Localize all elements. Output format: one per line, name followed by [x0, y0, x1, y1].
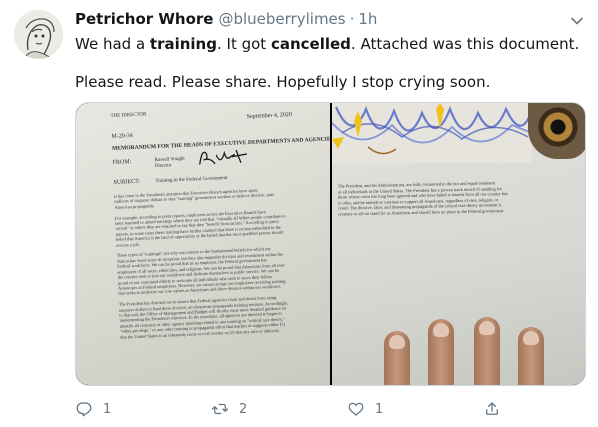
- crayon-drawing: [332, 103, 532, 163]
- tweet-text: We had a training. It got cancelled. Att…: [75, 34, 585, 92]
- memo-body: It has come to the President's attention…: [113, 187, 288, 340]
- finger: [474, 317, 500, 385]
- share-button[interactable]: [483, 398, 501, 420]
- like-button[interactable]: 1: [347, 398, 383, 420]
- tweet-paragraph-2: Please read. Please share. Hopefully I s…: [75, 73, 491, 91]
- memo-date: September 4, 2020: [246, 112, 293, 120]
- owl-figurine: [528, 103, 585, 159]
- document-photo[interactable]: THE DIRECTOR September 4, 2020 M-20-34 M…: [76, 103, 330, 385]
- memo-from-title: Director: [154, 163, 172, 170]
- tweet[interactable]: Petrichor Whore @blueberrylimes · 1h We …: [0, 0, 598, 427]
- signature: [199, 149, 248, 165]
- finger: [428, 319, 454, 385]
- like-count: 1: [375, 401, 384, 417]
- finger: [384, 331, 410, 385]
- separator: ·: [349, 10, 355, 28]
- memo-subject: Training in the Federal Government: [155, 175, 228, 185]
- media-grid: THE DIRECTOR September 4, 2020 M-20-34 M…: [75, 102, 586, 386]
- author-handle[interactable]: @blueberrylimes: [218, 10, 345, 28]
- timestamp[interactable]: 1h: [358, 10, 377, 28]
- like-icon: [348, 402, 364, 416]
- retweet-icon: [211, 403, 229, 415]
- memo-subject-label: SUBJECT:: [113, 178, 141, 186]
- memo-from-label: FROM:: [112, 159, 132, 166]
- tweet-paragraph-1: We had a training. It got cancelled. Att…: [75, 35, 580, 53]
- document-photo-2[interactable]: The President, and his Administration, a…: [332, 103, 585, 385]
- avatar[interactable]: [14, 10, 63, 59]
- reply-count: 1: [103, 401, 112, 417]
- finger: [518, 327, 544, 385]
- reply-button[interactable]: 1: [75, 398, 111, 420]
- retweet-count: 2: [239, 401, 248, 417]
- tweet-actions: 1 2 1: [75, 398, 586, 420]
- reply-icon: [76, 402, 92, 417]
- memo-document: THE DIRECTOR September 4, 2020 M-20-34 M…: [86, 103, 330, 385]
- author-name[interactable]: Petrichor Whore: [75, 10, 213, 28]
- memo-number: M-20-34: [111, 132, 133, 140]
- memo-document-page-2: The President, and his Administration, a…: [337, 180, 508, 217]
- chevron-down-icon[interactable]: [568, 12, 586, 30]
- share-icon: [486, 402, 498, 415]
- tweet-header: Petrichor Whore @blueberrylimes · 1h: [75, 10, 377, 30]
- retweet-button[interactable]: 2: [211, 398, 247, 420]
- memo-header: THE DIRECTOR: [110, 112, 147, 119]
